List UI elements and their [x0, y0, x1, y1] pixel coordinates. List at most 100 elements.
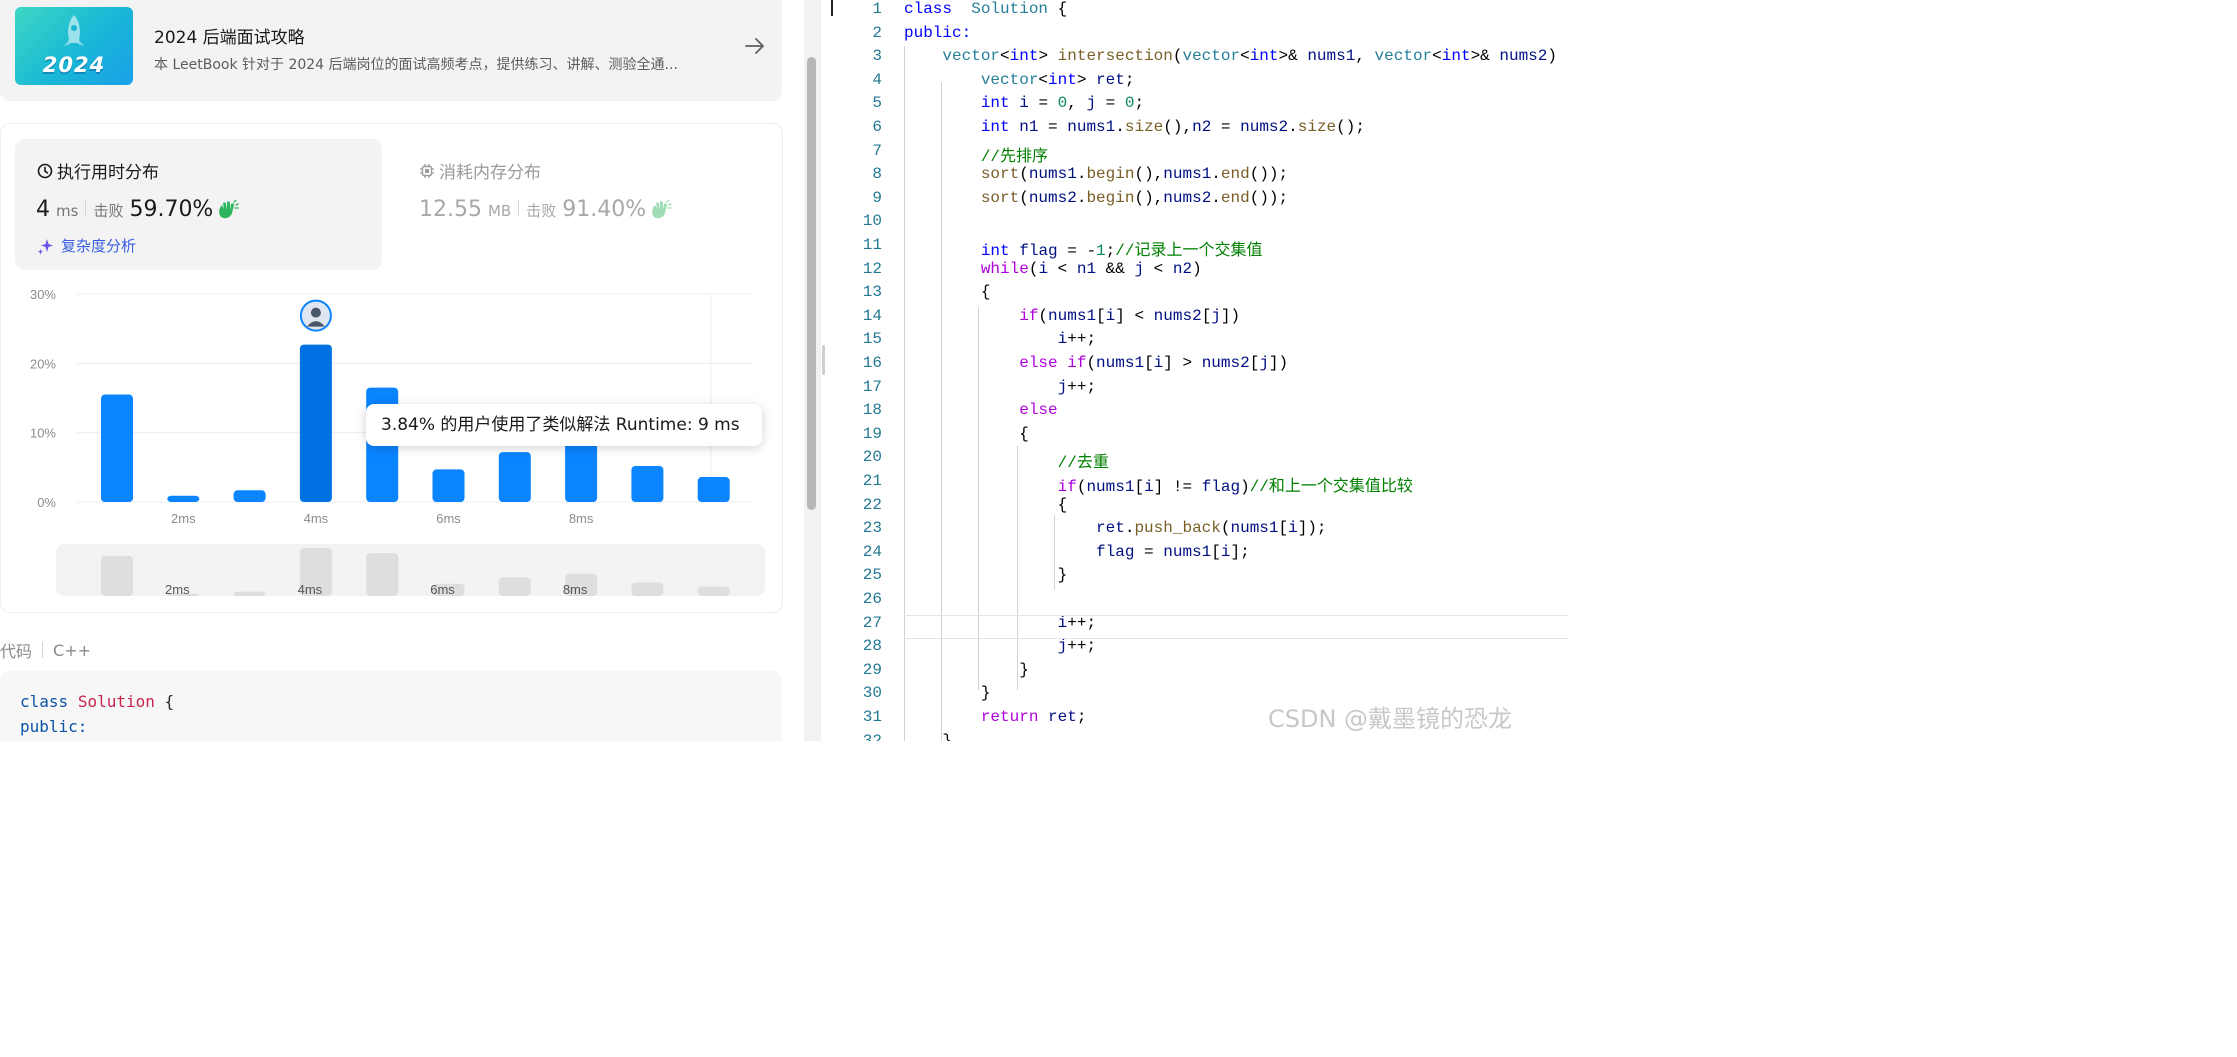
code-token: j [1057, 377, 1068, 396]
complexity-analysis-link[interactable]: 复杂度分析 [37, 235, 136, 256]
runtime-title[interactable]: 执行用时分布 [37, 158, 159, 183]
chart-bar [167, 495, 200, 502]
overview-tick-label: 8ms [563, 582, 588, 597]
code-token: ret [1096, 70, 1125, 89]
code-token: = [1038, 118, 1068, 136]
code-token: end [1220, 165, 1250, 184]
code-token: //和上一个交集值比较 [1249, 478, 1413, 496]
code-token: Solution [971, 0, 1049, 18]
code-token: nums1 [1230, 519, 1279, 538]
editor-line[interactable]: 1 class Solution { [831, 0, 1568, 24]
code-token: if [1067, 354, 1087, 372]
leetbook-promo-card[interactable]: 2024 2024 后端面试攻略 本 LeetBook 针对于 2024 后端岗… [0, 0, 782, 101]
line-number: 28 [862, 637, 882, 656]
chart-bar [432, 469, 465, 502]
code-token: ()); [1249, 188, 1289, 207]
y-tick-label: 10% [30, 426, 56, 441]
code-token: ( [1028, 259, 1039, 278]
code-line-text: while(i < n1 && j < n2) [904, 260, 1202, 278]
code-token: ]); [1297, 519, 1327, 538]
code-token: , [1355, 47, 1375, 66]
code-token: ] != [1153, 478, 1202, 496]
code-token: = [1096, 94, 1125, 113]
code-token: n2 [1192, 118, 1212, 136]
indent-guide [941, 82, 942, 741]
code-token: nums1 [1067, 118, 1116, 136]
code-token: flag [1201, 478, 1241, 496]
code-token: > [1076, 70, 1097, 89]
code-token: nums1 [1307, 47, 1356, 66]
current-line-highlight [904, 615, 1568, 639]
memory-beats-label: 击败 [526, 202, 557, 220]
line-number: 25 [862, 566, 882, 585]
overview-bar [366, 553, 399, 596]
code-token: intersection [1057, 47, 1173, 66]
editor-line[interactable]: 3 vector<int> intersection(vector<int>& … [831, 47, 1568, 71]
runtime-summary: 4 ms 击败 59.70% [36, 197, 239, 222]
code-token: ( [1019, 188, 1029, 207]
code-line-text: } [904, 732, 952, 741]
code-token: j [1259, 354, 1269, 372]
watermark: CSDN @戴墨镜的恐龙 [1268, 705, 1513, 733]
code-token: } [904, 566, 1068, 585]
line-number: 3 [872, 47, 882, 66]
sparkle-icon [38, 238, 53, 254]
code-token: 0 [1124, 94, 1135, 113]
code-token: int [1048, 70, 1077, 89]
code-token: . [1211, 188, 1221, 207]
x-tick-label: 4ms [304, 511, 329, 526]
code-token: [ [1096, 306, 1106, 325]
code-section-header: 代码 C++ [0, 638, 91, 662]
scrollbar-thumb[interactable] [807, 57, 816, 510]
chart-bar [631, 465, 664, 502]
code-line-text: public: [904, 24, 971, 42]
line-number: 5 [872, 94, 882, 113]
code-token: nums1 [1163, 542, 1212, 561]
code-token: >& [1278, 47, 1308, 66]
divider [518, 200, 520, 216]
y-tick-label: 20% [30, 356, 56, 371]
code-line-text: j++; [904, 637, 1096, 655]
code-token: } [904, 731, 953, 741]
x-tick-label: 2ms [171, 511, 196, 526]
overview-bar [498, 577, 531, 596]
code-token: nums1 [1096, 354, 1145, 372]
line-number: 23 [862, 519, 882, 538]
code-token: vector [980, 70, 1039, 89]
chart-tooltip: 3.84% 的用户使用了类似解法 Runtime: 9 ms [366, 404, 762, 446]
memory-tab[interactable]: 消耗内存分布 [419, 158, 541, 183]
chip-icon [420, 163, 434, 178]
code-token: ++; [1067, 377, 1097, 396]
code-token: ++; [1067, 637, 1097, 656]
code-token: begin [1086, 165, 1135, 184]
code-token: ]; [1230, 542, 1250, 561]
code-token: while [980, 259, 1029, 278]
clap-hands-icon [219, 199, 239, 218]
code-language-label: C++ [53, 640, 91, 660]
code-token: ( [1038, 306, 1049, 325]
editor-line[interactable]: 2 public: [831, 24, 1568, 48]
code-token: ( [1076, 478, 1087, 496]
code-token: < [1432, 47, 1442, 66]
code-token: j [1057, 637, 1068, 656]
overview-tick-label: 4ms [298, 582, 323, 597]
code-token: int [1441, 47, 1471, 66]
code-token: 1 [1096, 242, 1106, 260]
line-number: 24 [862, 542, 882, 561]
code-token: //去重 [1057, 454, 1109, 473]
leetbook-title[interactable]: 2024 后端面试攻略 [154, 23, 305, 48]
code-token: , [1067, 94, 1087, 113]
pane-resize-handle[interactable] [822, 345, 825, 375]
arrow-right-icon[interactable] [744, 36, 766, 56]
